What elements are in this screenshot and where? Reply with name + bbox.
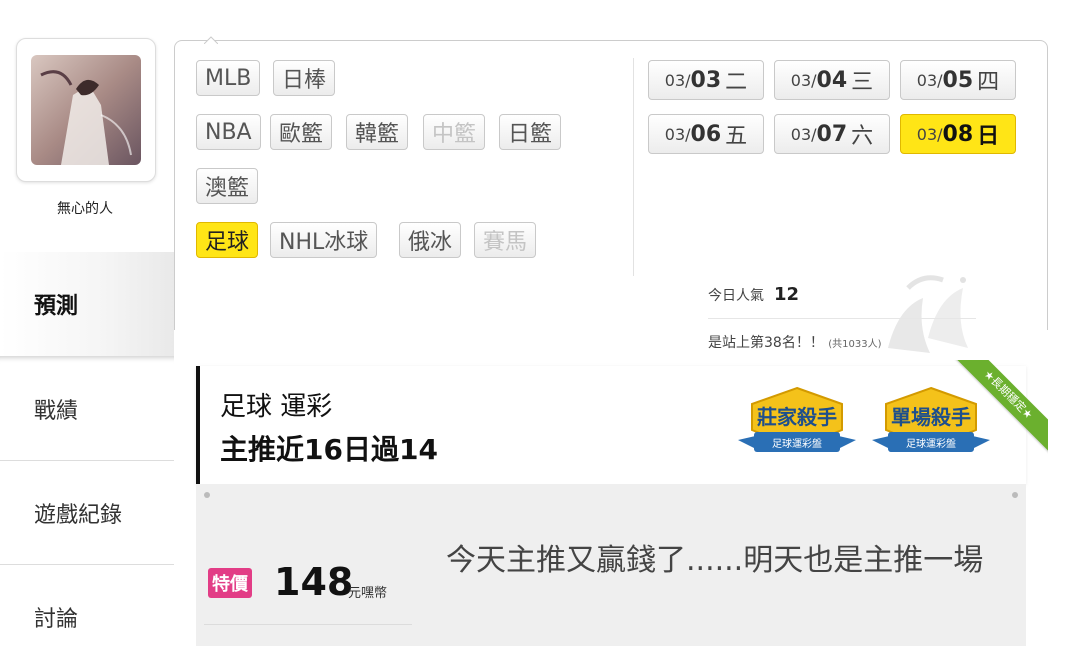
prediction-category: 足球 運彩 (220, 392, 333, 422)
nav-item-discussion[interactable]: 討論 (0, 564, 174, 646)
nav-item-record[interactable]: 戰績 (0, 356, 174, 460)
watermark-logo-icon (888, 275, 968, 353)
date-month: 03/ (790, 124, 817, 144)
date-month: 03/ (916, 124, 943, 144)
panel-pointer-icon (204, 36, 218, 44)
rank-total: (共1033人) (828, 339, 882, 350)
date-button-0307[interactable]: 03/07 六 (774, 114, 890, 154)
date-day: 06 (690, 121, 722, 147)
date-weekday: 五 (725, 124, 748, 149)
prediction-content: 特價 148 元嘿幣 今天主推又贏錢了......明天也是主推一場 (196, 484, 1026, 646)
date-weekday: 二 (725, 70, 748, 95)
league-tag-euro-basketball[interactable]: 歐籃 (270, 114, 333, 150)
sidebar: 無心的人 預測 戰績 遊戲紀錄 討論 (0, 0, 174, 646)
screw-icon (204, 492, 210, 498)
price: 148 (274, 560, 354, 604)
avatar-frame[interactable] (16, 38, 156, 182)
date-day: 07 (816, 121, 848, 147)
date-month: 03/ (664, 70, 691, 90)
league-tag-australia-basketball[interactable]: 澳籃 (196, 168, 259, 204)
league-tag-soccer[interactable]: 足球 (196, 222, 259, 258)
date-day: 08 (942, 121, 974, 147)
site-rank: 是站上第38名！！ (共1033人) (708, 332, 882, 352)
date-button-0303[interactable]: 03/03 二 (648, 60, 764, 100)
sale-tag: 特價 (208, 568, 252, 598)
date-button-0308[interactable]: 03/08 日 (900, 114, 1016, 154)
badge-dealer-killer-icon: 莊家殺手 足球運彩盤 (738, 386, 856, 452)
divider (708, 318, 976, 319)
date-month: 03/ (664, 124, 691, 144)
prediction-streak: 主推近16日過14 (220, 433, 438, 466)
league-tag-china-basketball[interactable]: 中籃 (423, 114, 486, 150)
divider (204, 624, 412, 625)
date-weekday: 三 (851, 70, 874, 95)
league-tag-japan-basketball[interactable]: 日籃 (499, 114, 562, 150)
rank-text: 是站上第38名！！ (708, 335, 824, 351)
nav-item-game-history[interactable]: 遊戲紀錄 (0, 460, 174, 564)
price-unit: 元嘿幣 (348, 586, 388, 601)
date-day: 05 (942, 67, 974, 93)
date-button-0306[interactable]: 03/06 五 (648, 114, 764, 154)
league-tag-nba[interactable]: NBA (196, 114, 261, 150)
badge-sub: 足球運彩盤 (772, 437, 822, 450)
date-month: 03/ (916, 70, 943, 90)
league-tag-khl[interactable]: 俄冰 (399, 222, 462, 258)
popularity-today: 今日人氣 12 (708, 284, 799, 305)
panel-divider (633, 58, 634, 276)
nav-item-label: 遊戲紀錄 (34, 502, 123, 528)
prediction-header-card: 足球 運彩 主推近16日過14 莊家殺手 足球運彩盤 單場殺手 足球運彩盤 ★長… (196, 360, 1048, 484)
long-term-stable-ribbon: ★長期穩定★ (948, 360, 1048, 460)
badge-title: 莊家殺手 (757, 405, 837, 429)
league-tag-mlb[interactable]: MLB (196, 60, 261, 96)
league-tag-horse-racing[interactable]: 賽馬 (474, 222, 537, 258)
ribbon-label: ★長期穩定★ (950, 360, 1048, 453)
date-day: 04 (816, 67, 848, 93)
league-tag-npb[interactable]: 日棒 (273, 60, 336, 96)
avatar[interactable] (31, 55, 141, 165)
nav-item-label: 戰績 (34, 398, 79, 424)
date-button-0305[interactable]: 03/05 四 (900, 60, 1016, 100)
nav-item-label: 討論 (34, 606, 79, 632)
league-tag-korea-basketball[interactable]: 韓籃 (346, 114, 409, 150)
screw-icon (1012, 492, 1018, 498)
date-button-0304[interactable]: 03/04 三 (774, 60, 890, 100)
nav-item-prediction[interactable]: 預測 (0, 252, 174, 356)
date-day: 03 (690, 67, 722, 93)
date-weekday: 四 (977, 70, 1000, 95)
league-tag-nhl[interactable]: NHL冰球 (270, 222, 378, 258)
date-month: 03/ (790, 70, 817, 90)
prediction-description[interactable]: 今天主推又贏錢了......明天也是主推一場 (446, 536, 1006, 586)
date-weekday: 六 (851, 124, 874, 149)
nav-item-label: 預測 (34, 294, 79, 319)
popularity-label: 今日人氣 (708, 288, 764, 304)
popularity-value: 12 (774, 284, 800, 305)
username: 無心的人 (57, 201, 113, 217)
date-weekday: 日 (977, 124, 1000, 149)
